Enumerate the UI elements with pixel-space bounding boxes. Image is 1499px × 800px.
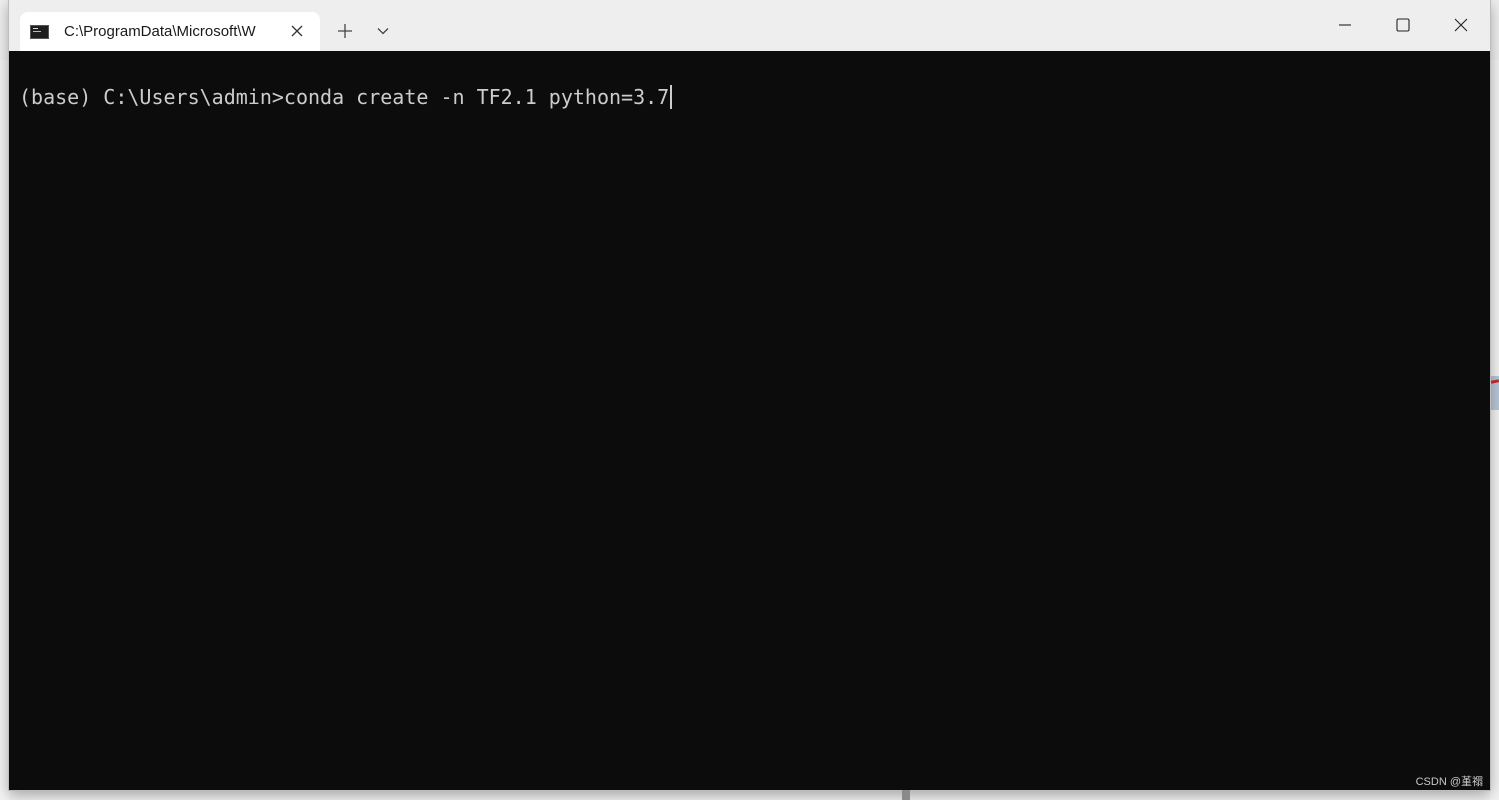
minimize-button[interactable] [1316,0,1374,50]
tab-command-prompt[interactable]: C:\ProgramData\Microsoft\W [20,12,320,51]
close-icon [291,25,303,37]
command-prompt-icon [30,24,49,39]
close-window-button[interactable] [1432,0,1490,50]
background-scroll-mark [902,790,910,800]
command-text: conda create -n TF2.1 python=3.7 [283,85,670,109]
tab-title: C:\ProgramData\Microsoft\W [64,23,256,40]
maximize-icon [1396,18,1410,32]
terminal-window: C:\ProgramData\Microsoft\W (base) C:\Use… [9,0,1490,790]
title-bar[interactable]: C:\ProgramData\Microsoft\W [9,0,1490,51]
terminal-output[interactable]: (base) C:\Users\admin>conda create -n TF… [9,51,1490,790]
command-line: (base) C:\Users\admin>conda create -n TF… [19,85,673,109]
plus-icon [338,24,352,38]
maximize-button[interactable] [1374,0,1432,50]
tab-close-button[interactable] [288,22,306,40]
minimize-icon [1339,24,1351,26]
new-tab-button[interactable] [331,18,359,44]
chevron-down-icon [377,28,389,35]
tab-dropdown-button[interactable] [371,18,395,44]
prompt-text: (base) C:\Users\admin> [19,85,284,109]
background-strip-left [0,60,9,800]
close-icon [1454,18,1468,32]
background-accent-right [1490,376,1499,410]
background-strip-right [1490,60,1499,800]
text-cursor [670,85,673,109]
watermark: CSDN @堇禤 [1415,776,1483,788]
